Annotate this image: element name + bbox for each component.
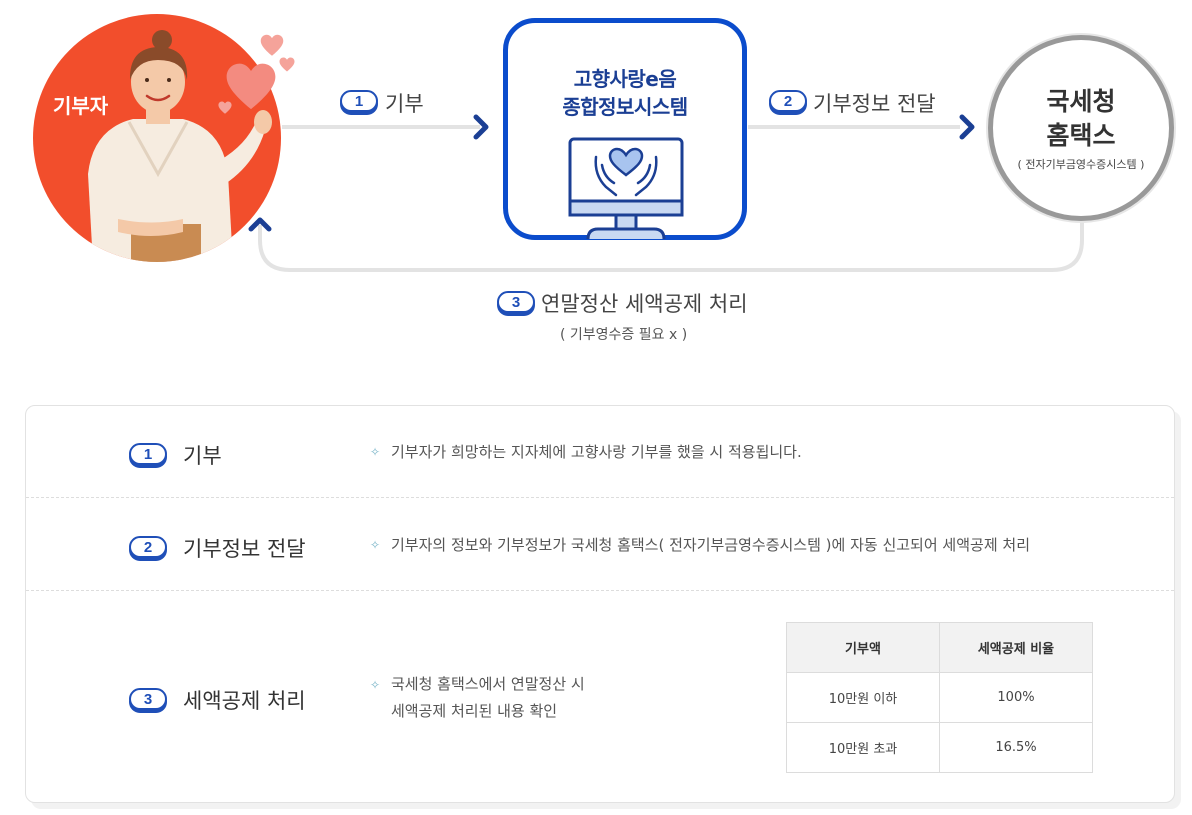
system-title-line2: 종합정보시스템 [562, 95, 688, 119]
step-1-label: 기부 [385, 92, 424, 116]
step-2-label: 기부정보 전달 [813, 92, 936, 116]
deduction-rate-table: 기부액 세액공제 비율 10만원 이하 100% 10만원 초과 16.5% [786, 622, 1093, 773]
heart-icon [226, 63, 276, 110]
nts-hometax-circle: 국세청 홈택스 ( 전자기부금영수증시스템 ) [988, 35, 1174, 221]
heart-icon [279, 57, 295, 72]
monitor-icon [568, 137, 684, 239]
donor-circle: 기부자 [33, 14, 281, 262]
heart-icon [260, 34, 284, 56]
step-3-note: ( 기부영수증 필요 x ) [560, 327, 688, 343]
table-row: 10만원 초과 16.5% [786, 722, 1093, 773]
detail-3-title: 세액공제 처리 [183, 689, 306, 713]
detail-1-desc: 기부자가 희망하는 지자체에 고향사랑 기부를 했을 시 적용됩니다. [391, 443, 802, 461]
detail-3-desc-line1: 국세청 홈택스에서 연말정산 시 [391, 675, 585, 693]
table-row: 10만원 이하 100% [786, 672, 1093, 723]
detail-2-badge: 2 [129, 536, 167, 558]
details-panel: 1 기부 ✧ 기부자가 희망하는 지자체에 고향사랑 기부를 했을 시 적용됩니… [25, 405, 1175, 803]
detail-3-desc-line2: 세액공제 처리된 내용 확인 [391, 702, 558, 720]
table-cell: 10만원 초과 [786, 722, 940, 773]
nts-subtitle: ( 전자기부금영수증시스템 ) [1017, 158, 1145, 171]
table-header-row: 기부액 세액공제 비율 [786, 622, 1093, 673]
nts-title-line2: 홈택스 [1046, 121, 1116, 150]
arrow-right-icon [959, 114, 975, 140]
table-header-rate: 세액공제 비율 [939, 622, 1093, 673]
table-cell: 16.5% [939, 722, 1093, 773]
detail-1-title: 기부 [183, 444, 222, 468]
donor-person-illustration [88, 30, 272, 262]
leaf-bullet-icon: ✧ [370, 678, 381, 692]
table-cell: 10만원 이하 [786, 672, 940, 723]
table-header-amount: 기부액 [786, 622, 940, 673]
table-cell: 100% [939, 672, 1093, 723]
detail-2-desc: 기부자의 정보와 기부정보가 국세청 홈택스( 전자기부금영수증시스템 )에 자… [391, 536, 1030, 554]
step-3-badge: 3 [497, 291, 535, 313]
system-box: 고향사랑e음 종합정보시스템 [503, 18, 747, 240]
step-1-badge: 1 [340, 90, 378, 112]
step-3-label: 연말정산 세액공제 처리 [541, 292, 748, 316]
system-title-line1: 고향사랑e음 [573, 67, 677, 91]
detail-3-badge: 3 [129, 688, 167, 710]
row-divider [26, 497, 1174, 498]
nts-title-line1: 국세청 [1046, 87, 1116, 116]
detail-2-title: 기부정보 전달 [183, 537, 306, 561]
detail-1-badge: 1 [129, 443, 167, 465]
leaf-bullet-icon: ✧ [370, 445, 381, 459]
leaf-bullet-icon: ✧ [370, 538, 381, 552]
row-divider [26, 590, 1174, 591]
step-2-badge: 2 [769, 90, 807, 112]
heart-icon [218, 101, 232, 114]
